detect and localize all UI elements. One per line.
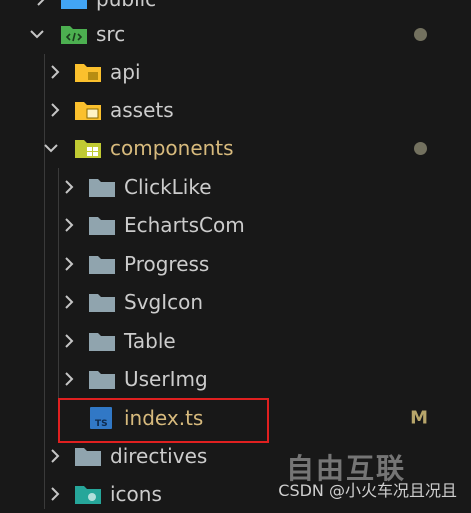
- tree-row-label: src: [96, 22, 126, 46]
- tree-row-api[interactable]: api: [0, 53, 471, 91]
- folder-api-icon: [75, 64, 101, 82]
- chevron-right-icon[interactable]: [34, 0, 48, 6]
- folder-icon: [89, 294, 115, 312]
- chevron-down-icon[interactable]: [30, 27, 44, 41]
- tree-row-label: EchartsCom: [124, 213, 245, 237]
- folder-icon: [89, 256, 115, 274]
- folder-icon: [89, 333, 115, 351]
- tree-row-label: SvgIcon: [124, 290, 204, 314]
- chevron-right-icon[interactable]: [48, 65, 62, 79]
- chevron-right-icon[interactable]: [62, 334, 76, 348]
- tree-row-label: assets: [110, 98, 174, 122]
- folder-icon: [89, 217, 115, 235]
- tree-row-src[interactable]: src: [0, 15, 471, 53]
- file-explorer-tree: public src api assets compon: [0, 0, 471, 509]
- tree-row-label: UserImg: [124, 367, 208, 391]
- tree-row-clicklike[interactable]: ClickLike: [0, 168, 471, 206]
- folder-components-icon: [75, 140, 101, 158]
- chevron-right-icon[interactable]: [62, 180, 76, 194]
- folder-icon: [89, 371, 115, 389]
- folder-icon: [75, 448, 101, 466]
- tree-row-userimg[interactable]: UserImg: [0, 360, 471, 398]
- chevron-right-icon[interactable]: [48, 487, 62, 501]
- folder-public-icon: [61, 0, 87, 9]
- chevron-right-icon[interactable]: [62, 218, 76, 232]
- modified-dot-icon: [414, 27, 427, 41]
- tree-row-assets[interactable]: assets: [0, 91, 471, 129]
- chevron-right-icon[interactable]: [62, 372, 76, 386]
- tree-row-progress[interactable]: Progress: [0, 245, 471, 283]
- tree-row-label: icons: [110, 482, 162, 506]
- tree-row-label: Table: [124, 329, 176, 353]
- modified-dot-icon: [414, 141, 427, 155]
- folder-src-icon: [61, 26, 87, 44]
- tree-row-label: ClickLike: [124, 175, 212, 199]
- tree-row-echartscom[interactable]: EchartsCom: [0, 206, 471, 244]
- tree-row-components[interactable]: components: [0, 129, 471, 167]
- chevron-right-icon[interactable]: [62, 295, 76, 309]
- tree-row-label: Progress: [124, 252, 210, 276]
- folder-icon: [89, 179, 115, 197]
- tree-row-label: components: [110, 136, 234, 160]
- folder-assets-icon: [75, 102, 101, 120]
- red-highlight-box: [58, 398, 269, 443]
- tree-row-label: api: [110, 60, 141, 84]
- tree-row-label: public: [96, 0, 156, 11]
- tree-row-table[interactable]: Table: [0, 322, 471, 360]
- chevron-right-icon[interactable]: [48, 103, 62, 117]
- tree-row-svgicon[interactable]: SvgIcon: [0, 283, 471, 321]
- folder-icons-icon: [75, 486, 101, 504]
- git-modified-badge: M: [410, 407, 428, 429]
- chevron-down-icon[interactable]: [44, 141, 58, 155]
- watermark-text: CSDN @小火车况且况且: [278, 481, 457, 500]
- tree-row-label: directives: [110, 444, 208, 468]
- chevron-right-icon[interactable]: [48, 449, 62, 463]
- chevron-right-icon[interactable]: [62, 257, 76, 271]
